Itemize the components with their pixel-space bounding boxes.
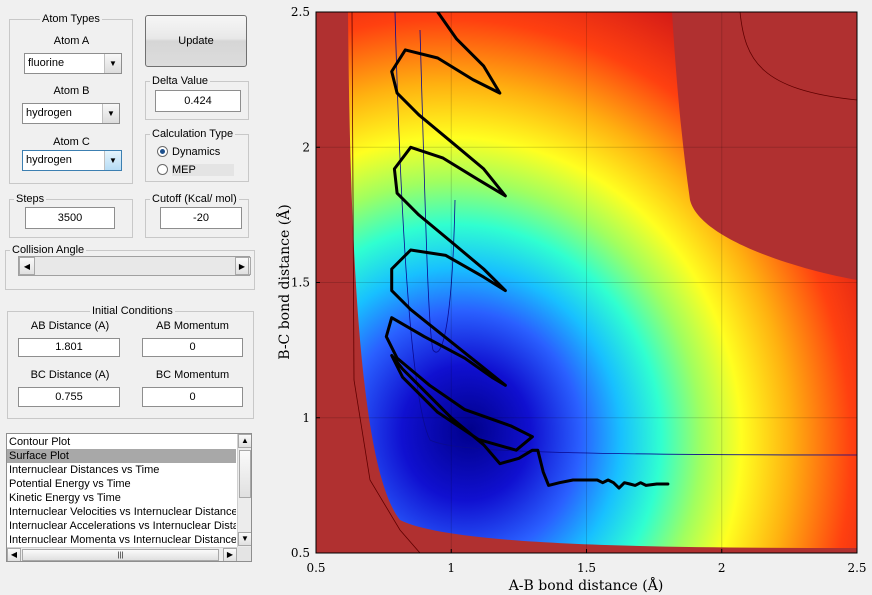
- y-tick-label: 1: [302, 411, 310, 425]
- x-tick-label: 2.5: [847, 561, 866, 575]
- x-tick-label: 1: [447, 561, 455, 575]
- y-tick-label: 0.5: [291, 546, 310, 560]
- y-tick-label: 2: [302, 140, 310, 154]
- x-tick-label: 2: [718, 561, 726, 575]
- y-tick-label: 2.5: [291, 5, 310, 19]
- x-axis-label: A-B bond distance (Å): [508, 576, 664, 594]
- y-tick-label: 1.5: [291, 276, 310, 290]
- energy-contour-plot: 0.5 1 1.5 2 2.5 0.5 1 1.5 2 2.5 A-B bond distanc…: [275, 5, 867, 594]
- x-tick-label: 1.5: [577, 561, 596, 575]
- x-tick-label: 0.5: [306, 561, 325, 575]
- y-axis-label: B-C bond distance (Å): [275, 204, 293, 359]
